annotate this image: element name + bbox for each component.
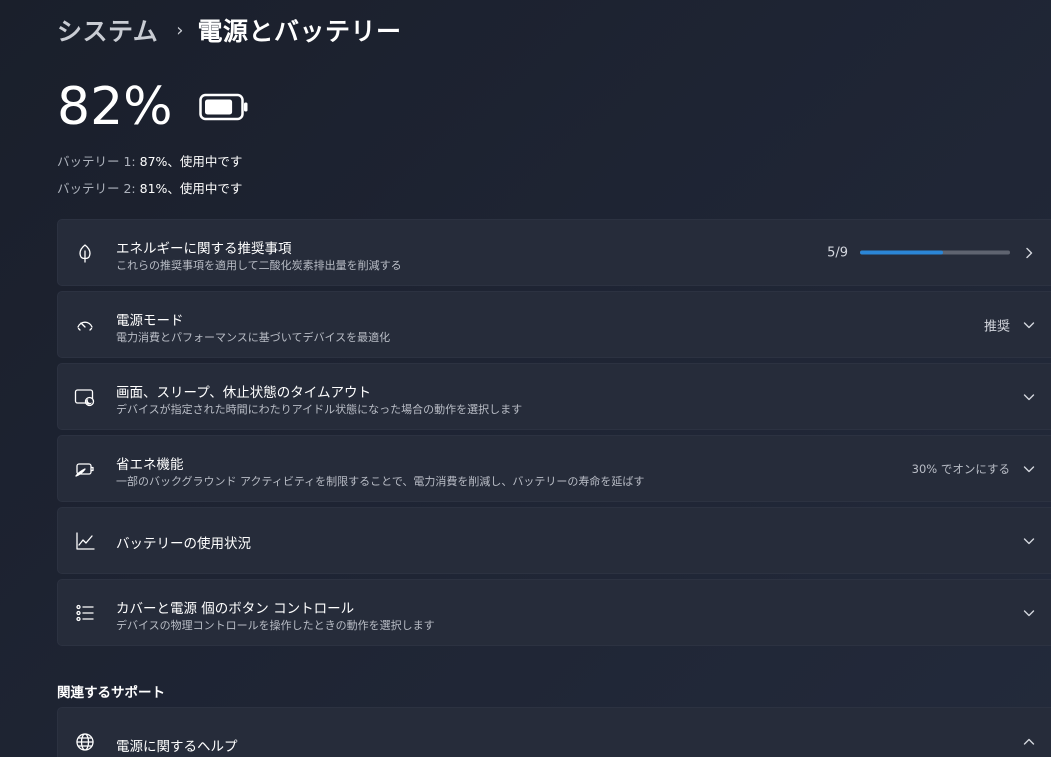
battery-saver-value: 30% でオンにする (911, 461, 1010, 476)
screen-sleep-card[interactable]: 画面、スリープ、休止状態のタイムアウト デバイスが指定された時間にわたりアイドル… (57, 363, 1051, 430)
battery-usage-card[interactable]: バッテリーの使用状況 (57, 507, 1051, 574)
screen-sleep-subtitle: デバイスが指定された時間にわたりアイドル状態になった場合の動作を選択します (116, 403, 523, 416)
battery-percent: 82% (57, 77, 173, 137)
battery-1-status: バッテリー 1: 87%、使用中です (57, 151, 242, 170)
leaf-icon (74, 242, 96, 264)
lid-power-buttons-card[interactable]: カバーと電源 個のボタン コントロール デバイスの物理コントロールを操作したとき… (57, 579, 1051, 646)
screen-sleep-icon (74, 386, 96, 408)
chevron-down-icon[interactable] (1022, 390, 1036, 404)
chevron-right-icon[interactable] (1022, 246, 1036, 260)
battery-2-label: バッテリー 2: (57, 181, 140, 196)
battery-1-value: 87%、使用中です (139, 154, 243, 169)
related-support-heading: 関連するサポート (57, 685, 165, 701)
breadcrumb-system-link[interactable]: システム (57, 12, 158, 48)
chevron-up-icon[interactable] (1022, 735, 1036, 749)
battery-summary: 82% (57, 76, 249, 138)
energy-recommendations-card[interactable]: エネルギーに関する推奨事項 これらの推奨事項を適用して二酸化炭素排出量を削減する… (57, 219, 1051, 286)
battery-saver-card[interactable]: 省エネ機能 一部のバックグラウンド アクティビティを制限することで、電力消費を削… (57, 435, 1051, 502)
chevron-down-icon[interactable] (1022, 534, 1036, 548)
energy-subtitle: これらの推奨事項を適用して二酸化炭素排出量を削減する (116, 259, 402, 272)
battery-2-status: バッテリー 2: 81%、使用中です (57, 178, 242, 197)
page-title: 電源とバッテリー (197, 17, 402, 46)
chevron-down-icon[interactable] (1022, 318, 1036, 332)
lid-power-title: カバーと電源 個のボタン コントロール (116, 601, 355, 617)
speedometer-icon (74, 314, 96, 336)
energy-progress: 5/9 (827, 245, 1010, 260)
battery-icon (198, 93, 249, 125)
battery-2-value: 81%、使用中です (139, 181, 243, 196)
globe-icon (74, 731, 96, 753)
settings-page: システム › 電源とバッテリー 82% バッテリー 1: 87%、使用中です バ… (0, 0, 1051, 757)
chevron-down-icon[interactable] (1022, 606, 1036, 620)
energy-progress-label: 5/9 (827, 245, 848, 260)
power-help-card[interactable]: 電源に関するヘルプ (57, 707, 1051, 757)
power-mode-title: 電源モード (116, 313, 184, 329)
lid-power-subtitle: デバイスの物理コントロールを操作したときの動作を選択します (116, 619, 435, 632)
power-mode-value[interactable]: 推奨 (984, 315, 1010, 334)
power-mode-subtitle: 電力消費とパフォーマンスに基づいてデバイスを最適化 (116, 331, 391, 344)
line-chart-icon (74, 530, 96, 552)
chevron-down-icon[interactable] (1022, 462, 1036, 476)
power-mode-card[interactable]: 電源モード 電力消費とパフォーマンスに基づいてデバイスを最適化 推奨 (57, 291, 1051, 358)
energy-title: エネルギーに関する推奨事項 (116, 241, 292, 257)
battery-saver-subtitle: 一部のバックグラウンド アクティビティを制限することで、電力消費を削減し、バッテ… (116, 475, 645, 488)
battery-usage-title: バッテリーの使用状況 (116, 536, 251, 552)
power-help-title: 電源に関するヘルプ (116, 739, 238, 755)
breadcrumb: システム › 電源とバッテリー (57, 12, 401, 48)
energy-progress-bar (860, 250, 1010, 255)
energy-progress-fill (860, 250, 944, 255)
battery-saver-icon (74, 458, 96, 480)
battery-saver-title: 省エネ機能 (116, 457, 184, 473)
screen-sleep-title: 画面、スリープ、休止状態のタイムアウト (116, 385, 372, 401)
breadcrumb-separator: › (176, 19, 184, 41)
battery-1-label: バッテリー 1: (57, 154, 140, 169)
list-settings-icon (74, 602, 96, 624)
